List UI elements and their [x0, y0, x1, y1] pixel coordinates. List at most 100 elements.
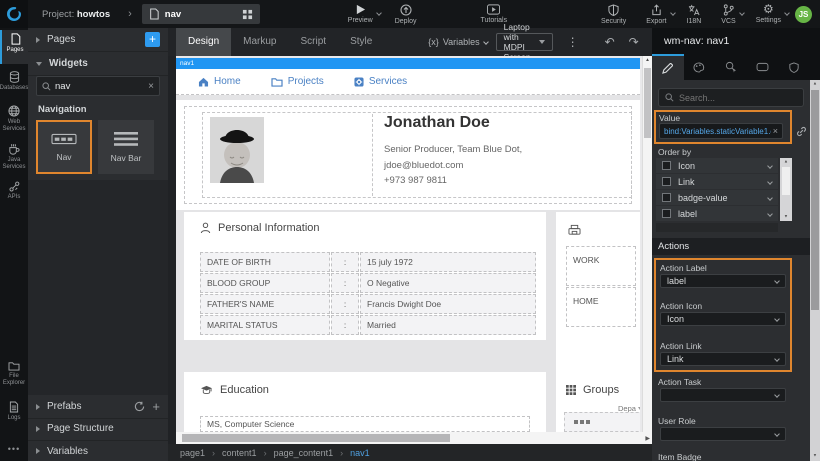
user-role-select[interactable] — [660, 427, 786, 441]
refresh-icon[interactable] — [134, 401, 145, 412]
contact-row-work[interactable]: WORK — [566, 246, 636, 286]
tab-styles[interactable] — [684, 54, 716, 80]
table-row[interactable]: DATE OF BIRTH : 15 july 1972 — [200, 252, 536, 272]
order-by-item-link[interactable]: Link — [656, 174, 778, 189]
preview-button[interactable]: Preview — [348, 4, 373, 24]
value-binding-input[interactable]: bind:Variables.staticVariable1.dataSet × — [659, 123, 783, 139]
rail-item-apis[interactable]: APIs — [0, 178, 28, 201]
nav1-widget[interactable]: Home Projects Services — [176, 69, 640, 95]
breadcrumb-item-current[interactable]: nav1 — [350, 448, 370, 458]
profile-phone[interactable]: +973 987 9811 — [384, 175, 447, 186]
add-prefab-button[interactable]: + — [152, 399, 160, 414]
breadcrumb-item[interactable]: page1 — [180, 448, 205, 458]
widget-tile-navbar[interactable]: Nav Bar — [98, 120, 154, 174]
property-search-input[interactable] — [679, 93, 779, 103]
widgets-section-header[interactable]: Widgets — [28, 52, 168, 76]
variables-section-header[interactable]: Variables — [28, 439, 168, 461]
rail-more-icon[interactable]: ••• — [0, 443, 28, 453]
profile-name[interactable]: Jonathan Doe — [384, 114, 490, 132]
deploy-button[interactable]: Deploy — [395, 4, 417, 25]
canvas-vertical-scrollbar[interactable]: ▲ — [642, 56, 652, 432]
scrollbar-thumb[interactable] — [182, 434, 450, 442]
checkbox[interactable] — [662, 161, 671, 170]
collapsed-triangle-icon — [36, 404, 40, 410]
tab-style[interactable]: Style — [338, 28, 384, 56]
profile-role[interactable]: Senior Producer, Team Blue Dot, — [384, 144, 522, 155]
nav-item-services[interactable]: Services — [354, 76, 407, 87]
tab-security[interactable] — [778, 54, 810, 80]
order-by-scrollbar[interactable]: ▲ ▼ — [780, 158, 792, 221]
contact-row-home[interactable]: HOME — [566, 287, 636, 327]
rail-item-java-services[interactable]: Java Services — [0, 140, 28, 170]
order-by-item-badge-value[interactable]: badge-value — [656, 190, 778, 205]
settings-button[interactable]: ⚙ Settings — [756, 4, 781, 24]
table-row[interactable]: MARITAL STATUS : Married — [200, 315, 536, 335]
breadcrumb-item[interactable]: content1 — [222, 448, 257, 458]
clear-binding-icon[interactable]: × — [773, 126, 778, 136]
rail-item-file-explorer[interactable]: File Explorer — [0, 358, 28, 386]
contact-section[interactable]: WORK HOME — [556, 212, 640, 384]
widget-search-input[interactable] — [55, 81, 137, 92]
canvas-page[interactable]: nav1 Home Projects Services — [176, 58, 640, 432]
page-structure-section-header[interactable]: Page Structure — [28, 417, 168, 441]
page-selector[interactable]: nav — [142, 4, 260, 24]
action-icon-select[interactable]: Icon — [660, 312, 786, 326]
action-task-select[interactable] — [660, 388, 786, 402]
rail-item-web-services[interactable]: Web Services — [0, 102, 28, 132]
scrollbar-thumb[interactable] — [811, 90, 819, 310]
personal-info-section[interactable]: Personal Information DATE OF BIRTH : 15 … — [184, 212, 546, 340]
rail-item-databases[interactable]: Databases — [0, 68, 28, 92]
scrollbar-thumb[interactable] — [644, 68, 651, 138]
tab-events[interactable] — [715, 54, 747, 80]
profile-photo[interactable] — [210, 117, 264, 183]
tab-script[interactable]: Script — [289, 28, 339, 56]
breadcrumb-item[interactable]: page_content1 — [274, 448, 334, 458]
order-by-item-icon[interactable]: Icon — [656, 158, 778, 173]
checkbox[interactable] — [662, 209, 671, 218]
order-by-item-label[interactable]: label — [656, 206, 778, 221]
device-selector[interactable]: Laptop with MDPI Screen — [496, 33, 553, 51]
more-options-icon[interactable]: ⋮ — [567, 36, 579, 48]
pages-section-header[interactable]: Pages + — [28, 28, 168, 52]
tab-device[interactable] — [747, 54, 779, 80]
nav-item-home[interactable]: Home — [198, 76, 241, 87]
export-button[interactable]: Export — [646, 4, 666, 25]
panel-scrollbar[interactable]: ▲ ▼ — [810, 80, 820, 461]
clear-search-icon[interactable]: × — [148, 81, 154, 92]
action-link-select[interactable]: Link — [660, 352, 786, 366]
redo-button[interactable]: ↷ — [629, 36, 639, 48]
nav-item-projects[interactable]: Projects — [271, 76, 324, 87]
variables-button[interactable]: {x} Variables — [428, 37, 487, 47]
select-caret-icon — [774, 316, 780, 322]
i18n-button[interactable]: I18N — [687, 4, 702, 25]
bind-link-icon[interactable] — [796, 126, 807, 137]
security-button[interactable]: Security — [601, 4, 626, 25]
table-row[interactable]: BLOOD GROUP : O Negative — [200, 273, 536, 293]
tutorials-button[interactable]: Tutorials — [480, 4, 507, 24]
wavemaker-logo-icon[interactable] — [0, 0, 28, 28]
add-page-button[interactable]: + — [145, 32, 160, 47]
tab-properties[interactable] — [652, 54, 684, 80]
scrollbar-thumb[interactable] — [782, 167, 790, 195]
education-section[interactable]: Education MS, Computer Science — [184, 372, 546, 432]
groups-section[interactable]: Groups Depa — [556, 372, 640, 432]
action-label-select[interactable]: label — [660, 274, 786, 288]
groups-row[interactable] — [564, 412, 640, 432]
prefabs-section-header[interactable]: Prefabs + — [28, 395, 168, 419]
user-avatar[interactable]: JS — [795, 6, 812, 23]
rail-item-logs[interactable]: Logs — [0, 398, 28, 422]
canvas-horizontal-scrollbar[interactable]: ▶ — [176, 432, 652, 444]
vcs-button[interactable]: VCS — [721, 4, 735, 25]
profile-section[interactable]: Jonathan Doe Senior Producer, Team Blue … — [176, 100, 640, 210]
undo-button[interactable]: ↶ — [605, 36, 615, 48]
table-row[interactable]: FATHER'S NAME : Francis Dwight Doe — [200, 294, 536, 314]
education-row[interactable]: MS, Computer Science — [200, 416, 530, 432]
tab-markup[interactable]: Markup — [231, 28, 288, 56]
widget-tile-nav[interactable]: Nav — [36, 120, 92, 174]
profile-email[interactable]: jdoe@bluedot.com — [384, 160, 463, 171]
checkbox[interactable] — [662, 193, 671, 202]
tab-design[interactable]: Design — [176, 28, 231, 56]
checkbox[interactable] — [662, 177, 671, 186]
rail-item-pages[interactable]: Pages — [0, 30, 28, 64]
nav1-selection-bar[interactable]: nav1 — [176, 58, 640, 69]
